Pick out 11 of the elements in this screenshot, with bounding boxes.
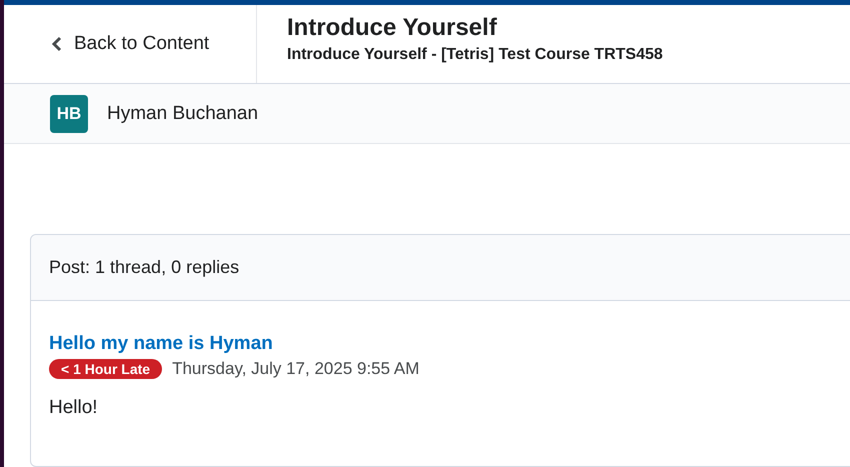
post-date: Thursday, July 17, 2025 9:55 AM (172, 359, 420, 379)
post-title-link[interactable]: Hello my name is Hyman (49, 333, 850, 355)
post-summary: Post: 1 thread, 0 replies (49, 257, 240, 278)
late-badge: < 1 Hour Late (49, 359, 162, 379)
user-name: Hyman Buchanan (107, 102, 258, 124)
chevron-left-icon (52, 36, 62, 52)
page-title: Introduce Yourself (287, 14, 498, 42)
page-subtitle: Introduce Yourself - [Tetris] Test Course TRTS458 (287, 46, 663, 64)
back-link[interactable]: Back to Content (52, 33, 210, 55)
user-avatar: HB (50, 94, 88, 132)
post-body: Hello! (49, 397, 99, 419)
